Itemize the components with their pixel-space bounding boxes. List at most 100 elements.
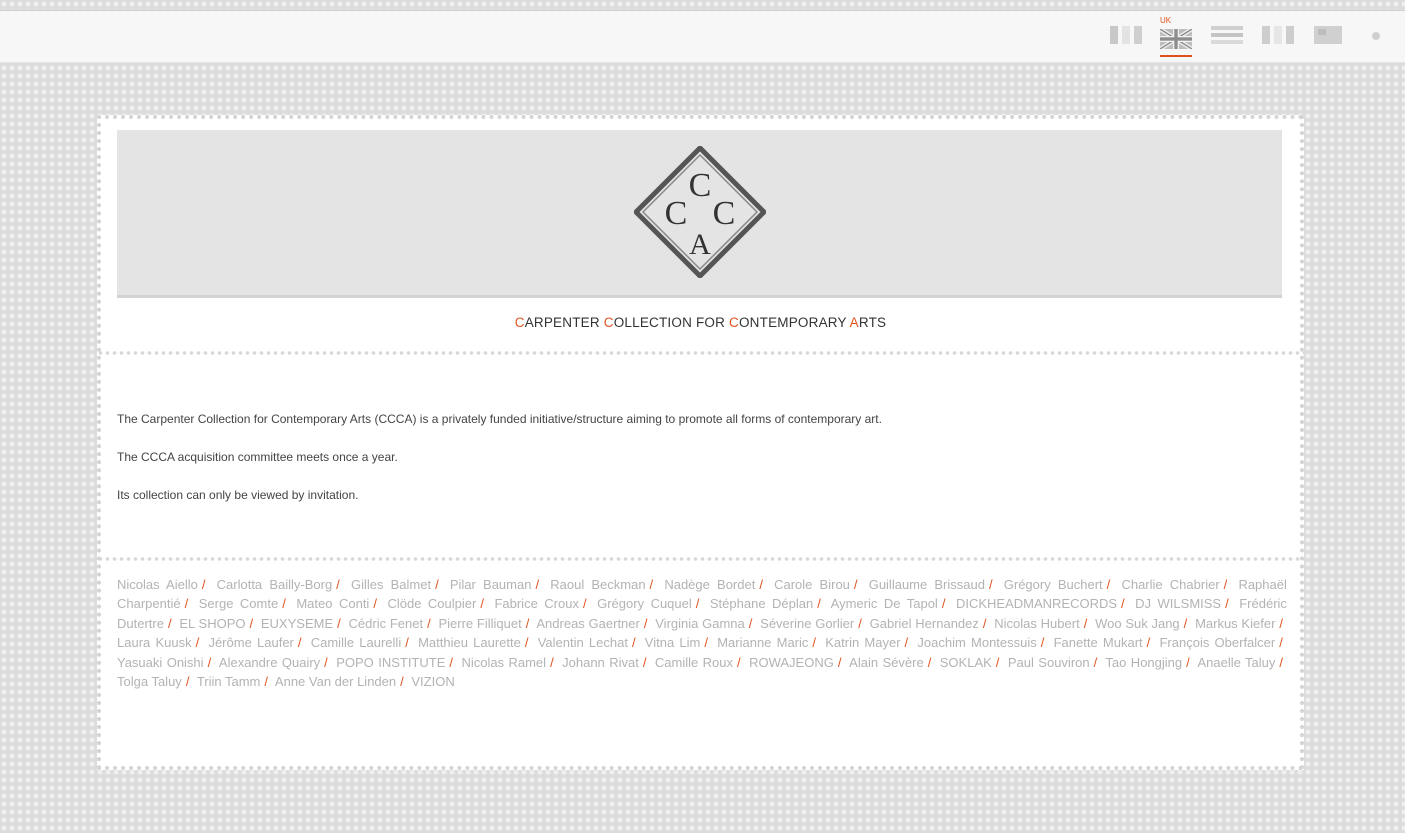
artist-link[interactable]: Grégory Buchert xyxy=(1004,577,1103,592)
artist-link[interactable]: Laura Kuusk xyxy=(117,635,192,650)
artist-link[interactable]: Nicolas Aiello xyxy=(117,577,198,592)
brand-word: ONTEMPORARY xyxy=(738,315,850,330)
artist-separator: / xyxy=(207,654,212,670)
artist-separator: / xyxy=(941,596,946,612)
artist-link[interactable]: Nicolas Hubert xyxy=(994,616,1079,631)
artist-separator: / xyxy=(524,635,529,651)
artist-link[interactable]: Gilles Balmet xyxy=(351,577,431,592)
brand-title: CARPENTER COLLECTION FOR CONTEMPORARY AR… xyxy=(97,315,1304,330)
artist-link[interactable]: Tolga Taluy xyxy=(117,674,182,689)
other-language-dot-icon[interactable] xyxy=(1372,32,1380,40)
artist-link[interactable]: Marianne Maric xyxy=(717,635,808,650)
artist-link[interactable]: Virginia Gamna xyxy=(655,616,745,631)
artist-link[interactable]: Aymeric De Tapol xyxy=(831,596,938,611)
artist-separator: / xyxy=(631,635,636,651)
main-card: C C C A CARPENTER COLLECTION FOR CONTEMP… xyxy=(97,115,1304,770)
artist-separator: / xyxy=(1279,635,1283,651)
artist-link[interactable]: Clöde Coulpier xyxy=(387,596,476,611)
artist-separator: / xyxy=(480,596,484,612)
artist-separator: / xyxy=(582,596,587,612)
artist-link[interactable]: ROWAJEONG xyxy=(749,655,834,670)
artist-link[interactable]: Yasuaki Onishi xyxy=(117,655,204,670)
intro-paragraph: The CCCA acquisition committee meets onc… xyxy=(117,450,398,464)
artist-separator: / xyxy=(249,615,254,631)
artist-link[interactable]: Grégory Cuquel xyxy=(597,596,692,611)
artist-link[interactable]: Carole Birou xyxy=(774,577,850,592)
artist-link[interactable]: Anne Van der Linden xyxy=(275,674,396,689)
artist-link[interactable]: Camille Roux xyxy=(655,655,733,670)
artist-link[interactable]: Fabrice Croux xyxy=(494,596,579,611)
artist-separator: / xyxy=(1040,635,1045,651)
artist-link[interactable]: SOKLAK xyxy=(940,655,992,670)
artist-link[interactable]: Katrin Mayer xyxy=(825,635,900,650)
artist-link[interactable]: Nadège Bordet xyxy=(664,577,755,592)
artist-link[interactable]: Camille Laurelli xyxy=(311,635,401,650)
artist-link[interactable]: Carlotta Bailly-Borg xyxy=(217,577,333,592)
svg-text:C: C xyxy=(713,195,736,232)
france-flag-icon[interactable] xyxy=(1110,26,1142,44)
dotted-divider xyxy=(97,556,1304,562)
artist-link[interactable]: Anaelle Taluy xyxy=(1197,655,1275,670)
artist-link[interactable]: Tao Hongjing xyxy=(1105,655,1182,670)
artist-separator: / xyxy=(550,654,554,670)
artist-separator: / xyxy=(435,577,439,592)
artist-link[interactable]: Matthieu Laurette xyxy=(418,635,521,650)
brand-initial: C xyxy=(514,315,525,330)
artist-separator: / xyxy=(643,615,648,631)
artist-separator: / xyxy=(195,635,200,651)
artist-link[interactable]: EL SHOPO xyxy=(179,616,245,631)
artist-link[interactable]: EUXYSEME xyxy=(261,616,333,631)
artist-link[interactable]: Mateo Conti xyxy=(296,596,369,611)
italy-flag-icon[interactable] xyxy=(1262,26,1294,44)
artist-link[interactable]: Charlie Chabrier xyxy=(1121,577,1219,592)
artist-link[interactable]: Pilar Bauman xyxy=(450,577,532,592)
artist-link[interactable]: Cédric Fenet xyxy=(349,616,424,631)
artist-separator: / xyxy=(184,596,189,612)
artist-link[interactable]: Gabriel Hernandez xyxy=(870,616,979,631)
uk-flag-icon[interactable]: UK xyxy=(1160,17,1192,57)
artist-link[interactable]: Fanette Mukart xyxy=(1054,635,1143,650)
artist-link[interactable]: Vitna Lim xyxy=(645,635,701,650)
artist-separator: / xyxy=(525,615,530,631)
artist-separator: / xyxy=(1121,596,1125,612)
artist-link[interactable]: POPO INSTITUTE xyxy=(336,655,445,670)
artist-link[interactable]: Paul Souviron xyxy=(1008,655,1090,670)
artist-link[interactable]: Jérôme Laufer xyxy=(208,635,293,650)
artist-link[interactable]: DICKHEADMANRECORDS xyxy=(956,596,1117,611)
artist-link[interactable]: Guillaume Brissaud xyxy=(869,577,985,592)
intro-paragraph: Its collection can only be viewed by inv… xyxy=(117,488,359,502)
artist-link[interactable]: DJ WILSMISS xyxy=(1135,596,1221,611)
artist-link[interactable]: Triin Tamm xyxy=(197,674,261,689)
artist-link[interactable]: Joachim Montessuis xyxy=(917,635,1036,650)
artist-link[interactable]: Alexandre Quairy xyxy=(219,655,320,670)
artist-separator: / xyxy=(649,577,654,592)
artist-link[interactable]: Pierre Filliquet xyxy=(438,616,521,631)
artist-link[interactable]: François Oberfalcer xyxy=(1159,635,1275,650)
brand-word: ARPENTER xyxy=(524,315,604,330)
language-bar: UK xyxy=(0,11,1405,63)
artist-link[interactable]: Johann Rivat xyxy=(562,655,639,670)
artist-link[interactable]: Alain Sévère xyxy=(849,655,924,670)
artist-link[interactable]: Séverine Gorlier xyxy=(760,616,854,631)
artist-link[interactable]: VIZION xyxy=(411,674,454,689)
artist-separator: / xyxy=(817,596,821,612)
artist-link[interactable]: Raoul Beckman xyxy=(550,577,645,592)
ccca-logo-icon: C C C A xyxy=(634,146,766,278)
artist-link[interactable]: Woo Suk Jang xyxy=(1095,616,1180,631)
artist-link[interactable]: Markus Kiefer xyxy=(1195,616,1275,631)
artist-separator: / xyxy=(1106,577,1111,592)
artist-separator: / xyxy=(1279,654,1283,670)
artist-link[interactable]: Valentin Lechat xyxy=(538,635,628,650)
artist-separator: / xyxy=(373,596,377,612)
artist-link[interactable]: Stéphane Déplan xyxy=(710,596,813,611)
artist-link[interactable]: Serge Comte xyxy=(199,596,278,611)
artist-link[interactable]: Nicolas Ramel xyxy=(461,655,546,670)
artist-separator: / xyxy=(1093,654,1098,670)
artist-separator: / xyxy=(748,615,753,631)
japan-flag-icon[interactable] xyxy=(1314,26,1342,44)
artist-separator: / xyxy=(337,615,341,631)
artist-link[interactable]: Andreas Gaertner xyxy=(536,616,639,631)
artist-separator: / xyxy=(927,654,932,670)
artist-separator: / xyxy=(449,654,453,670)
germany-flag-icon[interactable] xyxy=(1211,26,1243,44)
